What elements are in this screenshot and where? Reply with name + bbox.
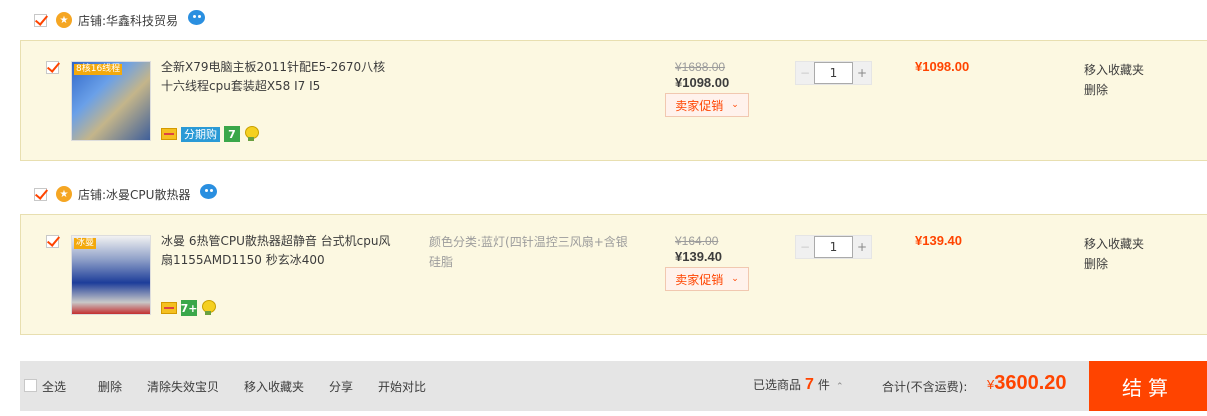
- move-to-favorites-link[interactable]: 移入收藏夹: [1084, 60, 1144, 80]
- installment-badge[interactable]: 分期购: [181, 126, 220, 142]
- delete-selected-link[interactable]: 删除: [98, 378, 122, 395]
- select-all-label[interactable]: 全选: [42, 378, 66, 395]
- item-operations: 移入收藏夹 删除: [1084, 60, 1144, 100]
- cart-footer: 全选 删除 清除失效宝贝 移入收藏夹 分享 开始对比 已选商品 7 件 ⌃ 合计(不含…: [20, 361, 1207, 411]
- image-tag: 冰曼: [74, 238, 97, 249]
- bulb-icon[interactable]: [201, 300, 216, 316]
- sum-amount: ¥3600.20: [987, 372, 1067, 395]
- item-total: ¥1098.00: [915, 59, 970, 74]
- promo-label: 卖家促销: [675, 272, 724, 287]
- quantity-input[interactable]: 1: [814, 62, 853, 84]
- credit-card-icon[interactable]: [161, 128, 177, 140]
- move-to-favorites-link[interactable]: 移入收藏夹: [244, 378, 304, 395]
- chat-icon[interactable]: [188, 9, 206, 25]
- chevron-up-icon: ⌃: [835, 382, 844, 392]
- selected-count[interactable]: 已选商品 7 件 ⌃: [753, 376, 843, 394]
- clear-invalid-link[interactable]: 清除失效宝贝: [147, 378, 219, 395]
- chevron-down-icon: ⌄: [731, 274, 739, 284]
- decrease-button[interactable]: −: [796, 62, 814, 84]
- compare-link[interactable]: 开始对比: [378, 378, 426, 395]
- image-tag: 8核16线程: [74, 64, 123, 75]
- current-price: ¥139.40: [675, 249, 722, 264]
- quantity-input[interactable]: 1: [814, 236, 853, 258]
- service-badges: 分期购 7: [161, 126, 259, 142]
- seven-day-return-icon[interactable]: 7+: [181, 300, 197, 316]
- shop-checkbox[interactable]: [34, 187, 47, 201]
- original-price: ¥164.00: [675, 234, 719, 248]
- share-link[interactable]: 分享: [329, 378, 353, 395]
- sum-label: 合计(不含运费):: [882, 380, 968, 394]
- item-checkbox[interactable]: [46, 61, 59, 74]
- quantity-stepper: − 1 +: [795, 235, 872, 259]
- cart-item: 冰曼 冰曼 6热管CPU散热器超静音 台式机cpu风扇1155AMD1150 秒…: [20, 214, 1207, 335]
- checkout-button[interactable]: 结算: [1089, 361, 1207, 411]
- promo-label: 卖家促销: [675, 98, 724, 113]
- shop-icon: ★: [56, 186, 72, 202]
- service-badges: 7+: [161, 300, 216, 316]
- product-image[interactable]: 冰曼: [71, 235, 151, 315]
- shop-label: 店铺:: [78, 187, 107, 202]
- item-checkbox[interactable]: [46, 235, 59, 248]
- increase-button[interactable]: +: [853, 62, 871, 84]
- shop-label: 店铺:: [78, 13, 107, 28]
- shop-icon: ★: [56, 12, 72, 28]
- item-total: ¥139.40: [915, 233, 962, 248]
- selected-number: 7: [805, 376, 814, 393]
- current-price: ¥1098.00: [675, 75, 730, 90]
- decrease-button[interactable]: −: [796, 236, 814, 258]
- sku-info: 颜色分类:蓝灯(四针温控三风扇+含银硅脂: [429, 235, 628, 269]
- bulb-icon[interactable]: [244, 126, 259, 142]
- shop-checkbox[interactable]: [34, 13, 47, 27]
- move-to-favorites-link[interactable]: 移入收藏夹: [1084, 234, 1144, 254]
- credit-card-icon[interactable]: [161, 302, 177, 314]
- promo-dropdown[interactable]: 卖家促销 ⌄: [665, 267, 749, 291]
- item-operations: 移入收藏夹 删除: [1084, 234, 1144, 274]
- delete-link[interactable]: 删除: [1084, 254, 1144, 274]
- sum-value: 3600.20: [994, 372, 1067, 394]
- shop-name-link[interactable]: 冰曼CPU散热器: [106, 186, 190, 203]
- increase-button[interactable]: +: [853, 236, 871, 258]
- product-title-link[interactable]: 冰曼 6热管CPU散热器超静音 台式机cpu风扇1155AMD1150 秒玄冰4…: [161, 232, 391, 270]
- product-title-link[interactable]: 全新X79电脑主板2011针配E5-2670八核十六线程cpu套装超X58 I7…: [161, 58, 391, 96]
- chevron-down-icon: ⌄: [731, 100, 739, 110]
- select-all-checkbox[interactable]: [24, 379, 37, 392]
- delete-link[interactable]: 删除: [1084, 80, 1144, 100]
- chat-icon[interactable]: [200, 183, 218, 199]
- seven-day-return-icon[interactable]: 7: [224, 126, 240, 142]
- selected-suffix: 件: [817, 378, 830, 392]
- product-image[interactable]: 8核16线程: [71, 61, 151, 141]
- promo-dropdown[interactable]: 卖家促销 ⌄: [665, 93, 749, 117]
- shop-header: ★ 店铺: 冰曼CPU散热器: [34, 183, 218, 204]
- shop-header: ★ 店铺: 华鑫科技贸易: [34, 9, 206, 30]
- original-price: ¥1688.00: [675, 60, 726, 74]
- selected-prefix: 已选商品: [753, 378, 802, 392]
- quantity-stepper: − 1 +: [795, 61, 872, 85]
- shop-name-link[interactable]: 华鑫科技贸易: [106, 12, 178, 29]
- cart-item: 8核16线程 全新X79电脑主板2011针配E5-2670八核十六线程cpu套装…: [20, 40, 1207, 161]
